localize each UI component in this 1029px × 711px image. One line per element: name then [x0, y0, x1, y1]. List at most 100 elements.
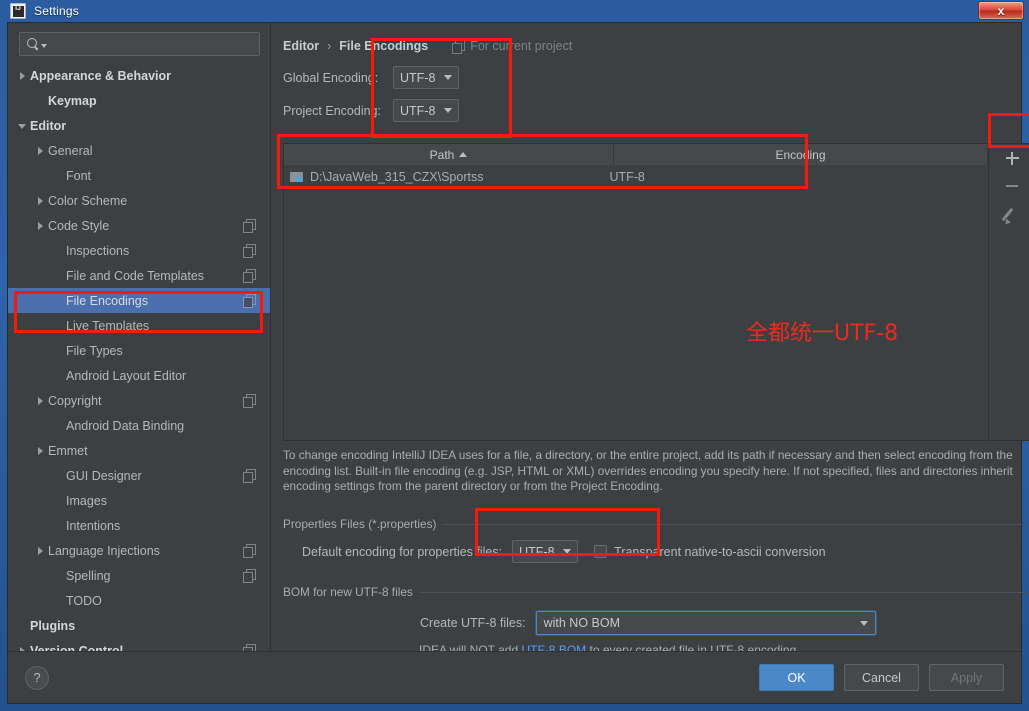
sidebar-item-label: Language Injections [48, 543, 160, 558]
sort-ascending-icon [459, 152, 468, 157]
transparent-conversion-label: Transparent native-to-ascii conversion [614, 544, 826, 559]
sidebar-item-inspections[interactable]: Inspections [8, 238, 270, 263]
column-header-encoding[interactable]: Encoding [614, 144, 988, 165]
global-encoding-dropdown[interactable]: UTF-8 [393, 66, 459, 89]
chevron-right-icon[interactable] [34, 394, 48, 408]
sidebar-item-emmet[interactable]: Emmet [8, 438, 270, 463]
add-icon[interactable] [990, 144, 1029, 172]
dialog-buttons: OK Cancel Apply [759, 664, 1004, 691]
sidebar-item-appearance-behavior[interactable]: Appearance & Behavior [8, 63, 270, 88]
sidebar-item-label: Live Templates [66, 318, 150, 333]
sidebar-item-label: Font [66, 168, 92, 183]
search-box[interactable] [19, 32, 260, 56]
scope-label: For current project [470, 39, 573, 53]
cancel-button-label: Cancel [862, 670, 901, 685]
sidebar-item-code-style[interactable]: Code Style [8, 213, 270, 238]
chevron-right-icon[interactable] [34, 219, 48, 233]
settings-content-panel: Editor › File Encodings For current proj… [272, 23, 1029, 657]
bom-section-title: BOM for new UTF-8 files [283, 585, 413, 599]
chevron-right-icon[interactable] [34, 444, 48, 458]
sidebar-item-general[interactable]: General [8, 138, 270, 163]
create-utf8-files-row: Create UTF-8 files: with NO BOM [420, 611, 876, 635]
copy-icon [243, 269, 256, 283]
encodings-table: Path Encoding D:\JavaWeb_315_CZX\Sportss… [283, 143, 989, 441]
breadcrumb-current: File Encodings [339, 39, 429, 53]
encoding-description: To change encoding IntelliJ IDEA uses fo… [283, 448, 1013, 493]
table-cell-path: D:\JavaWeb_315_CZX\Sportss [310, 170, 484, 184]
ok-button[interactable]: OK [759, 664, 834, 691]
bom-section-header: BOM for new UTF-8 files [283, 585, 1028, 599]
transparent-conversion-checkbox[interactable] [594, 545, 608, 558]
table-cell-encoding[interactable]: UTF-8 [609, 170, 644, 184]
chevron-right-icon[interactable] [16, 69, 30, 83]
sidebar-item-file-and-code-templates[interactable]: File and Code Templates [8, 263, 270, 288]
create-utf8-dropdown[interactable]: with NO BOM [535, 611, 876, 635]
sidebar-item-label: Inspections [66, 243, 130, 258]
settings-sidebar: Appearance & Behavior Keymap Editor General… [8, 23, 271, 653]
column-header-path[interactable]: Path [284, 144, 614, 165]
sidebar-item-todo[interactable]: TODO [8, 588, 270, 613]
global-encoding-row: Global Encoding: UTF-8 [283, 66, 1021, 89]
table-row[interactable]: D:\JavaWeb_315_CZX\Sportss UTF-8 [284, 165, 988, 189]
chevron-down-icon [444, 108, 452, 113]
properties-section-title: Properties Files (*.properties) [283, 517, 437, 531]
sidebar-item-label: Emmet [48, 443, 88, 458]
sidebar-item-file-encodings[interactable]: File Encodings [8, 288, 270, 313]
sidebar-item-label: Appearance & Behavior [30, 68, 172, 83]
sidebar-item-label: Images [66, 493, 107, 508]
sidebar-item-live-templates[interactable]: Live Templates [8, 313, 270, 338]
sidebar-item-images[interactable]: Images [8, 488, 270, 513]
chevron-down-icon [444, 75, 452, 80]
column-header-path-label: Path [429, 147, 455, 162]
sidebar-item-intentions[interactable]: Intentions [8, 513, 270, 538]
sidebar-item-language-injections[interactable]: Language Injections [8, 538, 270, 563]
sidebar-item-label: File and Code Templates [66, 268, 205, 283]
sidebar-item-font[interactable]: Font [8, 163, 270, 188]
transparent-conversion-checkbox-group[interactable]: Transparent native-to-ascii conversion [594, 544, 826, 559]
annotation-chinese-note: 全都统一UTF-8 [746, 321, 899, 346]
sidebar-item-label: GUI Designer [66, 468, 142, 483]
sidebar-item-label: Intentions [66, 518, 121, 533]
sidebar-item-color-scheme[interactable]: Color Scheme [8, 188, 270, 213]
table-body: D:\JavaWeb_315_CZX\Sportss UTF-8 [284, 165, 988, 189]
project-encoding-dropdown[interactable]: UTF-8 [393, 99, 459, 122]
properties-section-header: Properties Files (*.properties) [283, 517, 1028, 531]
sidebar-item-file-types[interactable]: File Types [8, 338, 270, 363]
sidebar-item-editor[interactable]: Editor [8, 113, 270, 138]
chevron-right-icon[interactable] [34, 144, 48, 158]
sidebar-item-label: TODO [66, 593, 102, 608]
create-utf8-label: Create UTF-8 files: [420, 616, 526, 630]
sidebar-item-gui-designer[interactable]: GUI Designer [8, 463, 270, 488]
search-input[interactable] [47, 37, 253, 51]
chevron-right-icon[interactable] [34, 544, 48, 558]
close-button[interactable]: x [978, 1, 1024, 20]
project-encoding-value: UTF-8 [400, 103, 436, 118]
copy-icon [243, 244, 256, 258]
sidebar-item-android-data-binding[interactable]: Android Data Binding [8, 413, 270, 438]
help-button[interactable]: ? [25, 665, 49, 690]
remove-icon[interactable] [990, 172, 1029, 200]
divider [419, 591, 1028, 593]
sidebar-item-copyright[interactable]: Copyright [8, 388, 270, 413]
sidebar-item-keymap[interactable]: Keymap [8, 88, 270, 113]
properties-encoding-dropdown[interactable]: UTF-8 [512, 540, 579, 563]
copy-icon [243, 294, 256, 308]
chevron-right-icon[interactable] [34, 194, 48, 208]
sidebar-item-spelling[interactable]: Spelling [8, 563, 270, 588]
chevron-down-icon [859, 620, 868, 626]
apply-button[interactable]: Apply [929, 664, 1004, 691]
sidebar-item-label: File Types [66, 343, 123, 358]
sidebar-item-android-layout-editor[interactable]: Android Layout Editor [8, 363, 270, 388]
close-icon: x [997, 3, 1005, 18]
breadcrumb-parent[interactable]: Editor [283, 39, 319, 53]
edit-icon[interactable] [990, 200, 1029, 228]
chevron-down-icon[interactable] [16, 119, 30, 133]
cancel-button[interactable]: Cancel [844, 664, 919, 691]
sidebar-item-plugins[interactable]: Plugins [8, 613, 270, 638]
